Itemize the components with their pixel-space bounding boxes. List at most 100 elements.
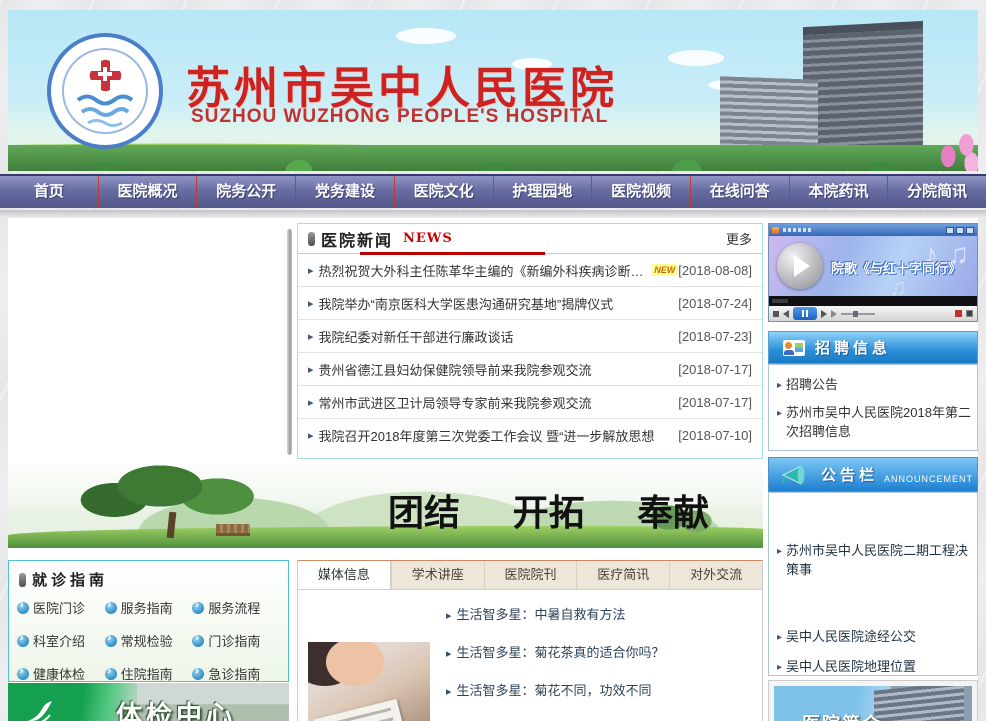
news-item[interactable]: 常州市武进区卫计局领导专家前来我院参观交流 [2018-07-17] xyxy=(298,386,762,419)
hospital-logo xyxy=(46,32,164,150)
guide-panel: 就诊指南 医院门诊 服务指南 服务流程 科室介绍 常规检验 门诊指南 健康体检 … xyxy=(8,560,289,682)
guide-link-inpatient-guide[interactable]: 住院指南 xyxy=(105,664,193,683)
tab-academic-lecture[interactable]: 学术讲座 xyxy=(391,561,484,589)
announcement-item[interactable]: 苏州市吴中人民医院二期工程决策事 xyxy=(775,541,973,579)
nav-item-video[interactable]: 医院视频 xyxy=(591,176,690,208)
news-more-link[interactable]: 更多 xyxy=(726,229,752,248)
guide-link-service-guide[interactable]: 服务指南 xyxy=(105,598,193,617)
site-header: 苏州市吴中人民医院 SUZHOU WUZHONG PEOPLE'S HOSPIT… xyxy=(8,10,978,171)
guide-link-service-flow[interactable]: 服务流程 xyxy=(192,598,280,617)
window-buttons xyxy=(946,227,974,234)
checkup-center-label: 体检中心 xyxy=(116,695,236,721)
next-button[interactable] xyxy=(821,310,827,318)
news-item[interactable]: 贵州省德江县妇幼保健院领导前来我院参观交流 [2018-07-17] xyxy=(298,353,762,386)
flower-image xyxy=(930,131,978,171)
nav-item-nursing[interactable]: 护理园地 xyxy=(493,176,592,208)
checkup-center-banner[interactable]: 体检中心 xyxy=(8,683,289,721)
guide-link-emergency-guide[interactable]: 急诊指南 xyxy=(192,664,280,683)
play-button[interactable] xyxy=(777,243,823,289)
slideshow-placeholder xyxy=(8,223,292,458)
guide-link-outpatient[interactable]: 医院门诊 xyxy=(17,598,105,617)
video-player: 院歌《与红十字同行》 xyxy=(768,223,978,322)
player-screen: 院歌《与红十字同行》 xyxy=(769,236,977,296)
recruit-icon xyxy=(783,340,805,356)
main-nav: 首页 医院概况 院务公开 党务建设 医院文化 护理园地 医院视频 在线问答 本院… xyxy=(0,174,986,208)
announcement-item[interactable]: 吴中人民医院途经公交 xyxy=(775,627,973,647)
content-area: 医院新闻 NEWS 更多 热烈祝贺大外科主任陈革华主编的《新编外科疾病诊断与治 … xyxy=(8,218,978,721)
tab-hospital-journal[interactable]: 医院院刊 xyxy=(484,561,577,589)
news-title: 医院新闻 xyxy=(321,227,393,251)
announcement-panel: 苏州市吴中人民医院二期工程决策事 吴中人民医院途经公交 吴中人民医院地理位置 xyxy=(768,492,978,676)
circle-arrow-icon xyxy=(17,602,29,614)
player-seekbar[interactable] xyxy=(769,296,977,306)
guide-link-health-checkup[interactable]: 健康体检 xyxy=(17,664,105,683)
circle-arrow-icon xyxy=(192,668,204,680)
circle-arrow-icon xyxy=(105,602,117,614)
circle-arrow-icon xyxy=(105,668,117,680)
media-content: 生活智多星：中暑自救有方法 生活智多星：菊花茶真的适合你吗？ 生活智多星：菊花不… xyxy=(298,590,762,721)
recruit-item[interactable]: 苏州市吴中人民医院2018年第二次招聘信息 xyxy=(775,403,971,441)
volume-slider[interactable] xyxy=(841,313,875,315)
nav-item-pharmacy[interactable]: 本院药讯 xyxy=(789,176,888,208)
settings-button[interactable] xyxy=(966,310,973,317)
intro-panel[interactable]: 医院简介 xyxy=(768,680,978,721)
circle-arrow-icon xyxy=(17,668,29,680)
nav-item-culture[interactable]: 医院文化 xyxy=(394,176,493,208)
media-item[interactable]: 生活智多星：中暑自救有方法 xyxy=(446,596,762,634)
tab-external-exchange[interactable]: 对外交流 xyxy=(669,561,762,589)
guide-link-departments[interactable]: 科室介绍 xyxy=(17,631,105,650)
nav-item-home[interactable]: 首页 xyxy=(0,176,98,208)
maximize-button[interactable] xyxy=(956,227,964,234)
media-tabs: 媒体信息 学术讲座 医院院刊 医疗简讯 对外交流 xyxy=(298,561,762,590)
nav-item-open-affairs[interactable]: 院务公开 xyxy=(196,176,295,208)
circle-arrow-icon xyxy=(192,635,204,647)
nav-item-branch[interactable]: 分院简讯 xyxy=(887,176,986,208)
stop-button[interactable] xyxy=(773,311,779,317)
guide-title: 就诊指南 xyxy=(32,569,108,590)
close-button[interactable] xyxy=(966,227,974,234)
tree-image xyxy=(68,464,298,528)
announcement-title: 公告栏 xyxy=(821,464,878,485)
nav-shadow xyxy=(0,210,986,218)
guide-header: 就诊指南 xyxy=(9,561,288,592)
media-item[interactable]: 生活智多星：常见旅游病要注意 xyxy=(446,710,762,721)
megaphone-icon xyxy=(781,463,811,487)
minimize-button[interactable] xyxy=(946,227,954,234)
nav-item-party[interactable]: 党务建设 xyxy=(295,176,394,208)
circle-arrow-icon xyxy=(105,635,117,647)
circle-arrow-icon xyxy=(192,602,204,614)
player-controls xyxy=(769,306,977,321)
news-item[interactable]: 我院召开2018年度第三次党委工作会议 暨“进一步解放思想 [2018-07-1… xyxy=(298,419,762,452)
announcement-header: 公告栏 ANNOUNCEMENT xyxy=(768,457,978,492)
announcement-item[interactable]: 吴中人民医院地理位置 xyxy=(775,657,973,677)
news-item[interactable]: 热烈祝贺大外科主任陈革华主编的《新编外科疾病诊断与治 NEW [2018-08-… xyxy=(298,254,762,287)
recruit-title: 招聘信息 xyxy=(815,337,891,358)
site-subtitle: SUZHOU WUZHONG PEOPLE'S HOSPITAL xyxy=(191,106,608,128)
record-button[interactable] xyxy=(955,310,962,317)
guide-link-outpatient-guide[interactable]: 门诊指南 xyxy=(192,631,280,650)
playlist-button[interactable] xyxy=(831,310,837,318)
slogan-text: 团结 开拓 奉献 xyxy=(388,484,749,536)
guide-links: 医院门诊 服务指南 服务流程 科室介绍 常规检验 门诊指南 健康体检 住院指南 … xyxy=(9,592,288,689)
song-caption: 院歌《与红十字同行》 xyxy=(831,258,961,277)
page: 苏州市吴中人民医院 SUZHOU WUZHONG PEOPLE'S HOSPIT… xyxy=(0,0,986,721)
news-item[interactable]: 我院纪委对新任干部进行廉政谈话 [2018-07-23] xyxy=(298,320,762,353)
tab-media-info[interactable]: 媒体信息 xyxy=(298,561,391,589)
recruit-item[interactable]: 招聘公告 xyxy=(775,375,971,395)
news-item[interactable]: 我院举办“南京医科大学医患沟通研究基地”揭牌仪式 [2018-07-24] xyxy=(298,287,762,320)
announcement-title-en: ANNOUNCEMENT xyxy=(884,474,973,484)
new-badge: NEW xyxy=(651,264,678,276)
guide-link-routine-tests[interactable]: 常规检验 xyxy=(105,631,193,650)
circle-arrow-icon xyxy=(17,635,29,647)
previous-button[interactable] xyxy=(783,310,789,318)
recruit-panel: 招聘公告 苏州市吴中人民医院2018年第二次招聘信息 xyxy=(768,364,978,451)
intro-building-image xyxy=(874,686,964,721)
news-list: 热烈祝贺大外科主任陈革华主编的《新编外科疾病诊断与治 NEW [2018-08-… xyxy=(298,254,762,452)
nav-item-qa[interactable]: 在线问答 xyxy=(690,176,789,208)
media-item[interactable]: 生活智多星：菊花茶真的适合你吗？ xyxy=(446,634,762,672)
media-item[interactable]: 生活智多星：菊花不同，功效不同 xyxy=(446,672,762,710)
tab-medical-brief[interactable]: 医疗简讯 xyxy=(576,561,669,589)
nav-item-overview[interactable]: 医院概况 xyxy=(98,176,197,208)
pause-button[interactable] xyxy=(793,307,817,320)
slogan-banner: 团结 开拓 奉献 xyxy=(8,464,763,548)
